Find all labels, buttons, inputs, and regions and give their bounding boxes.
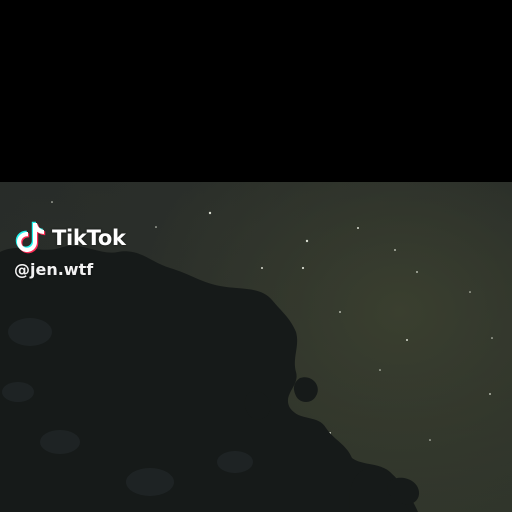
tiktok-wordmark: TikTok xyxy=(52,226,126,250)
star xyxy=(51,201,53,203)
star xyxy=(261,267,263,269)
star xyxy=(429,439,431,441)
star xyxy=(491,337,493,339)
star xyxy=(416,271,418,273)
star xyxy=(357,227,359,229)
screen: TikTok @jen.wtf xyxy=(0,0,512,512)
username-label: @jen.wtf xyxy=(14,260,94,279)
letterbox-bar xyxy=(0,0,512,182)
star xyxy=(339,311,341,313)
star xyxy=(469,291,471,293)
star xyxy=(406,339,408,341)
star xyxy=(301,266,305,270)
tiktok-watermark: TikTok @jen.wtf xyxy=(14,220,174,290)
star xyxy=(379,369,381,371)
star xyxy=(305,239,309,243)
tiktok-note-icon xyxy=(15,221,46,254)
star xyxy=(489,393,491,395)
tiktok-logo: TikTok xyxy=(14,220,126,256)
star xyxy=(208,211,212,215)
star xyxy=(394,249,396,251)
